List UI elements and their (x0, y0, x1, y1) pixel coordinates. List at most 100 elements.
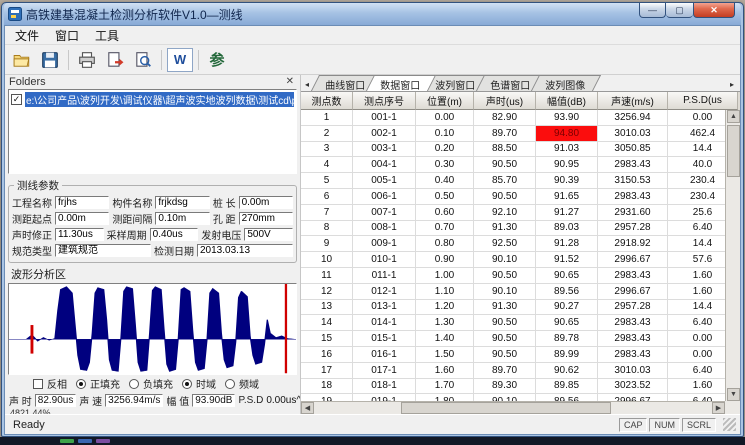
cell[interactable]: 3150.53 (598, 173, 668, 189)
cell[interactable]: 3 (301, 142, 353, 158)
maximize-button[interactable]: ▢ (666, 3, 693, 18)
title-bar[interactable]: 高铁建基混凝土检测分析软件V1.0—测线 — ▢ ✕ (4, 3, 741, 25)
cell[interactable]: 005-1 (353, 173, 416, 189)
tab-5[interactable]: 波列图像 (531, 75, 601, 91)
domain-radio-2[interactable] (225, 379, 235, 389)
cell[interactable]: 013-1 (353, 300, 416, 316)
cell[interactable]: 015-1 (353, 331, 416, 347)
cell[interactable]: 90.27 (536, 300, 598, 316)
cell[interactable]: 1.40 (416, 331, 474, 347)
folder-tree[interactable]: e:\公司产品\波列开发\调试仪器\超声波实地波列数据\测试cd\p003\p.… (8, 89, 297, 175)
cell[interactable]: 6.40 (668, 221, 725, 237)
scroll-down-icon[interactable]: ▼ (727, 388, 740, 401)
cell[interactable]: 1.60 (668, 379, 725, 395)
cell[interactable]: 15 (301, 331, 353, 347)
cell[interactable]: 1 (301, 110, 353, 126)
cell[interactable]: 6.40 (668, 363, 725, 379)
cell[interactable]: 2957.28 (598, 300, 668, 316)
cell[interactable]: 2 (301, 126, 353, 142)
minimize-button[interactable]: — (639, 3, 666, 18)
cell[interactable]: 92.10 (474, 205, 536, 221)
cell[interactable]: 0.70 (416, 221, 474, 237)
cell[interactable]: 14.4 (668, 142, 725, 158)
cell[interactable]: 1.70 (416, 379, 474, 395)
cell[interactable]: 1.60 (668, 268, 725, 284)
open-button[interactable] (9, 48, 35, 72)
cell[interactable]: 0.00 (668, 331, 725, 347)
cell[interactable]: 0.00 (668, 347, 725, 363)
cell[interactable]: 0.90 (416, 252, 474, 268)
tree-item-checkbox[interactable] (11, 94, 22, 105)
cell[interactable]: 90.10 (474, 252, 536, 268)
preview-button[interactable] (130, 48, 156, 72)
cell[interactable]: 89.85 (536, 379, 598, 395)
cell[interactable]: 2983.43 (598, 331, 668, 347)
cell[interactable]: 90.50 (474, 347, 536, 363)
cell[interactable]: 2996.67 (598, 284, 668, 300)
cell[interactable]: 88.50 (474, 142, 536, 158)
cell[interactable]: 89.56 (536, 394, 598, 401)
cell[interactable]: 2983.43 (598, 189, 668, 205)
waveform-plot[interactable] (8, 283, 297, 374)
taskbar-item[interactable] (96, 439, 110, 443)
cell[interactable]: 001-1 (353, 110, 416, 126)
cell[interactable]: 85.70 (474, 173, 536, 189)
cell[interactable]: 3010.03 (598, 363, 668, 379)
cell[interactable]: 6 (301, 189, 353, 205)
column-header-4[interactable]: 声时(us) (474, 92, 536, 110)
cell[interactable]: 0.60 (416, 205, 474, 221)
menu-item-1[interactable]: 文件 (7, 26, 47, 45)
cell[interactable]: 1.50 (416, 347, 474, 363)
column-header-7[interactable]: P.S.D(us (668, 92, 738, 110)
cell[interactable]: 57.6 (668, 252, 725, 268)
cell[interactable]: 1.60 (416, 363, 474, 379)
cell[interactable]: 2918.92 (598, 236, 668, 252)
cell[interactable]: 14.4 (668, 300, 725, 316)
cell[interactable]: 90.50 (474, 157, 536, 173)
cell[interactable]: 89.56 (536, 284, 598, 300)
cell[interactable]: 0.50 (416, 189, 474, 205)
cell[interactable]: 90.65 (536, 315, 598, 331)
cell[interactable]: 0.80 (416, 236, 474, 252)
cell[interactable]: 3010.03 (598, 126, 668, 142)
cell[interactable]: 19 (301, 394, 353, 401)
cell[interactable]: 1.30 (416, 315, 474, 331)
cell[interactable]: 92.50 (474, 236, 536, 252)
cell[interactable]: 90.50 (474, 189, 536, 205)
cell[interactable]: 91.65 (536, 189, 598, 205)
cell[interactable]: 40.0 (668, 157, 725, 173)
cell[interactable]: 230.4 (668, 189, 725, 205)
cell[interactable]: 91.28 (536, 236, 598, 252)
scroll-right-icon[interactable]: ▶ (712, 402, 725, 414)
cell[interactable]: 2983.43 (598, 315, 668, 331)
column-header-3[interactable]: 位置(m) (416, 92, 474, 110)
cell[interactable]: 9 (301, 236, 353, 252)
cell[interactable]: 009-1 (353, 236, 416, 252)
cell[interactable]: 3050.85 (598, 142, 668, 158)
cell[interactable]: 2996.67 (598, 252, 668, 268)
cell[interactable]: 82.90 (474, 110, 536, 126)
cell[interactable]: 90.50 (474, 268, 536, 284)
cell[interactable]: 17 (301, 363, 353, 379)
cell[interactable]: 5 (301, 173, 353, 189)
print-button[interactable] (74, 48, 100, 72)
cell[interactable]: 2931.60 (598, 205, 668, 221)
fill-radio-1[interactable] (76, 379, 86, 389)
menu-item-3[interactable]: 工具 (87, 26, 127, 45)
cell[interactable]: 014-1 (353, 315, 416, 331)
cell[interactable]: 1.00 (416, 268, 474, 284)
fill-radio-2[interactable] (129, 379, 139, 389)
cell[interactable]: 011-1 (353, 268, 416, 284)
cell[interactable]: 89.30 (474, 379, 536, 395)
cell[interactable]: 90.62 (536, 363, 598, 379)
cell[interactable]: 90.39 (536, 173, 598, 189)
invert-checkbox[interactable] (33, 379, 43, 389)
cell[interactable]: 230.4 (668, 173, 725, 189)
cell[interactable]: 90.50 (474, 315, 536, 331)
cell[interactable]: 6.40 (668, 315, 725, 331)
cell[interactable]: 2983.43 (598, 347, 668, 363)
cell[interactable]: 10 (301, 252, 353, 268)
cell[interactable]: 1.10 (416, 284, 474, 300)
cell[interactable]: 2983.43 (598, 268, 668, 284)
cell[interactable]: 90.10 (474, 394, 536, 401)
